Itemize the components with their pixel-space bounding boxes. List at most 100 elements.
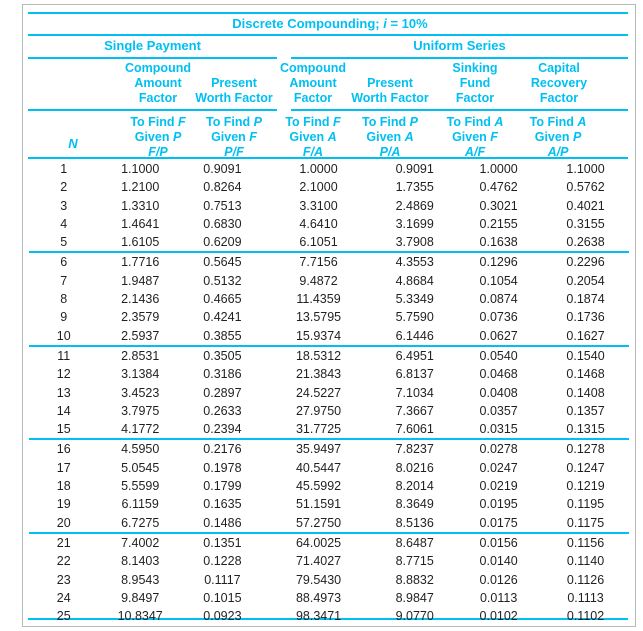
table-row: 13 3.4523 0.2897 24.5227 7.1034 0.0408 0.1408: [29, 384, 629, 402]
find-given-pa-given: Given A: [366, 130, 414, 144]
find-given-pa-find: To Find P: [361, 115, 418, 129]
cell-pf: 0.1799: [203, 479, 242, 494]
find-given-pf-find: To Find P: [205, 115, 262, 129]
cell-ap: 0.1278: [566, 442, 605, 457]
cell-n: 14: [56, 403, 71, 418]
cell-pf: 0.2897: [203, 385, 242, 400]
cell-af: 0.4762: [479, 180, 518, 195]
cell-pf: 0.4241: [203, 310, 242, 325]
table-row: 5 1.6105 0.6209 6.1051 3.7908 0.1638 0.2638: [29, 233, 629, 254]
cell-n: 8: [60, 292, 68, 307]
rule-under-title: [28, 34, 628, 36]
cell-pa: 8.5136: [374, 513, 456, 534]
cell-af: 0.2155: [479, 216, 518, 231]
cell-fp: 5.0545: [121, 460, 160, 475]
cell-ap: 0.1195: [566, 497, 605, 512]
table-row: 12 3.1384 0.3186 21.3843 6.8137 0.0468 0.1468: [29, 365, 629, 383]
cell-pa: 8.3649: [395, 497, 434, 512]
cell-ap: 0.3155: [566, 216, 605, 231]
cell-pa: 8.7715: [395, 554, 434, 569]
column-header-n: N: [68, 136, 78, 151]
cell-fp: 8.9543: [121, 572, 160, 587]
cell-fp: 5.5599: [121, 479, 160, 494]
cell-n: 16: [56, 442, 71, 457]
cell-pf: 0.9091: [203, 162, 242, 176]
find-given-fp-ratio: F/P: [148, 145, 168, 159]
cell-pa: 7.3667: [395, 403, 434, 418]
cell-fa: 79.5430: [295, 572, 342, 587]
cell-fa: 4.6410: [299, 216, 338, 231]
table-row: 18 5.5599 0.1799 45.5992 8.2014 0.0219 0.1219: [29, 477, 629, 495]
cell-ap: 0.1156: [566, 535, 605, 550]
cell-pa: 4.8684: [395, 273, 434, 288]
cell-ap: 0.1102: [566, 609, 605, 624]
group-header-single-payment: Single Payment: [104, 38, 201, 53]
factor-name-fa-line2: Amount: [289, 76, 337, 90]
cell-n: 17: [56, 460, 71, 475]
cell-fp: 4.1772: [98, 420, 182, 441]
cell-pf: 0.7513: [203, 198, 242, 213]
cell-fp: 1.6105: [98, 233, 182, 254]
cell-ap: 0.1315: [542, 420, 629, 441]
cell-af: 0.0736: [479, 310, 518, 325]
cell-fa: 2.1000: [299, 180, 338, 195]
cell-af: 0.0315: [455, 420, 543, 441]
cell-fa: 51.1591: [295, 497, 342, 512]
cell-n: 21: [56, 535, 71, 550]
cell-fp: 1.1000: [121, 162, 160, 176]
cell-pa: 6.1446: [374, 326, 456, 347]
cell-af: 1.0000: [479, 162, 518, 176]
cell-ap: 0.1219: [566, 479, 605, 494]
cell-af: 0.0468: [479, 367, 518, 382]
cell-pf: 0.3186: [203, 367, 242, 382]
table-row: 15 4.1772 0.2394 31.7725 7.6061 0.0315 0.1315: [29, 420, 629, 441]
factor-name-af-line2: Fund: [459, 76, 491, 90]
factor-name-ap-line3: Factor: [539, 91, 579, 105]
cell-pf: 0.1015: [203, 590, 242, 605]
cell-pf: 0.0923: [203, 609, 242, 624]
cell-fa: 1.0000: [299, 162, 338, 176]
cell-fp: 2.3579: [121, 310, 160, 325]
table-row: 6 1.7716 0.5645 7.7156 4.3553 0.1296 0.2296: [29, 252, 629, 271]
cell-ap: 0.2054: [566, 273, 605, 288]
table-row: 20 6.7275 0.1486 57.2750 8.5136 0.0175 0.1175: [29, 513, 629, 534]
cell-fp: 6.1159: [121, 497, 159, 512]
cell-pf: 0.2633: [203, 403, 242, 418]
rule-top: [28, 12, 628, 14]
rule-under-uniform-series: [291, 57, 628, 59]
cell-ap: 0.2638: [542, 233, 629, 254]
cell-af: 0.0156: [479, 535, 518, 550]
cell-af: 0.0113: [479, 590, 518, 605]
cell-ap: 0.5762: [566, 180, 605, 195]
cell-af: 0.1638: [455, 233, 543, 254]
table-title: Discrete Compounding; i = 10%: [232, 16, 428, 31]
factor-name-fp-line3: Factor: [138, 91, 178, 105]
cell-af: 0.1054: [479, 273, 518, 288]
cell-ap: 0.1627: [542, 326, 629, 347]
cell-fp: 7.4002: [121, 535, 160, 550]
cell-fa: 88.4973: [295, 590, 342, 605]
cell-pa: 7.1034: [395, 385, 434, 400]
cell-af: 0.0140: [479, 554, 518, 569]
cell-af: 0.0278: [479, 442, 518, 457]
table-row: 8 2.1436 0.4665 11.4359 5.3349 0.0874 0.1874: [29, 290, 629, 308]
cell-fa: 6.1051: [262, 233, 375, 254]
cell-n: 4: [60, 216, 68, 231]
table-row: 22 8.1403 0.1228 71.4027 8.7715 0.0140 0.1140: [29, 552, 629, 570]
table-row: 2 1.2100 0.8264 2.1000 1.7355 0.4762 0.5762: [29, 178, 629, 196]
cell-fp: 8.1403: [121, 554, 160, 569]
cell-fa: 24.5227: [295, 385, 342, 400]
cell-fp: 4.5950: [121, 442, 160, 457]
cell-af: 0.0874: [479, 292, 518, 307]
cell-ap: 0.4021: [566, 198, 605, 213]
cell-pf: 0.6830: [203, 216, 242, 231]
cell-af: 0.0540: [479, 348, 518, 363]
cell-pa: 8.2014: [395, 479, 434, 494]
factor-name-ap-line2: Recovery: [530, 76, 588, 90]
rule-under-single-payment: [28, 57, 277, 59]
find-given-pf-given: Given F: [211, 130, 257, 144]
table-row: 25 10.8347 0.0923 98.3471 9.0770 0.0102 0.1102: [29, 607, 629, 625]
cell-ap: 0.1140: [566, 554, 605, 569]
cell-n: 19: [56, 497, 71, 512]
table-row: 1 1.1000 0.9091 1.0000 0.9091 1.0000 1.1000: [29, 160, 629, 178]
